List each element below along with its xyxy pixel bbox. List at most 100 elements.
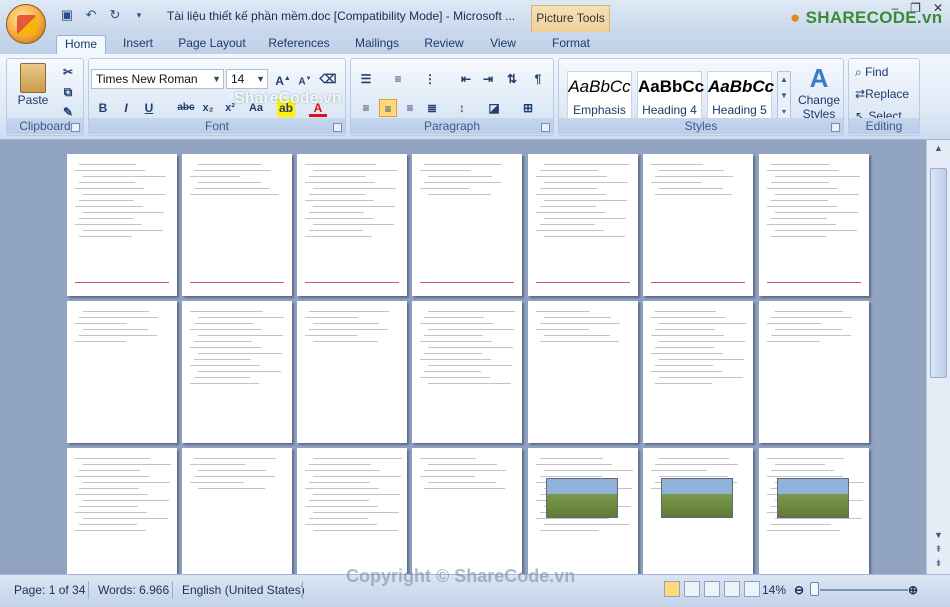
tab-page-layout[interactable]: Page Layout [176,35,248,54]
page-thumbnail[interactable] [643,448,753,578]
page-thumbnail[interactable] [643,301,753,443]
paragraph-launcher[interactable] [541,123,550,132]
page-thumbnail[interactable] [759,154,869,296]
minimize-button[interactable]: – [888,0,901,16]
page-thumbnail[interactable] [297,301,407,443]
page-count[interactable]: Page: 1 of 34 [14,583,85,597]
embedded-picture[interactable] [661,478,733,518]
multilevel-list-icon[interactable]: ⋮ [421,70,439,88]
sort-icon[interactable]: ⇅ [503,70,521,88]
page-thumbnail[interactable] [182,448,292,578]
underline-button[interactable]: U [140,99,158,117]
paste-button[interactable]: Paste [15,63,51,107]
page-thumbnail[interactable] [643,154,753,296]
vertical-scrollbar[interactable]: ▲ ▼ ⇞ ⇟ [926,140,950,574]
save-icon[interactable]: ▣ [58,6,76,24]
clear-formatting-icon[interactable]: ⌫ [319,70,337,88]
align-right-icon[interactable]: ≡ [401,99,419,117]
scroll-down-icon[interactable]: ▼ [930,530,947,544]
shrink-font-icon[interactable]: A▼ [296,70,314,88]
strikethrough-button[interactable]: abc [175,99,197,117]
embedded-picture[interactable] [777,478,849,518]
draft-icon[interactable] [744,581,760,597]
page-thumbnail[interactable] [297,154,407,296]
change-styles-button[interactable]: A Change Styles [795,63,843,121]
style-heading-4[interactable]: AaBbCc Heading 4 [637,71,704,121]
clipboard-launcher[interactable] [71,123,80,132]
zoom-in-icon[interactable]: ⊕ [908,583,918,597]
cut-icon[interactable]: ✂ [59,63,77,81]
tab-review[interactable]: Review [420,35,468,54]
bold-button[interactable]: B [94,99,112,117]
full-screen-reading-icon[interactable] [684,581,700,597]
style-emphasis[interactable]: AaBbCc Emphasis [567,71,632,121]
increase-indent-icon[interactable]: ⇥ [479,70,497,88]
text-line [313,188,396,189]
decrease-indent-icon[interactable]: ⇤ [457,70,475,88]
outline-icon[interactable] [724,581,740,597]
styles-launcher[interactable] [831,123,840,132]
tab-references[interactable]: References [264,35,334,54]
document-area[interactable] [0,140,926,578]
print-layout-icon[interactable] [664,581,680,597]
scroll-up-icon[interactable]: ▲ [930,143,947,157]
borders-icon[interactable]: ⊞ [519,99,537,117]
page-thumbnail[interactable] [528,448,638,578]
zoom-slider[interactable] [820,589,908,591]
word-count[interactable]: Words: 6.966 [98,583,169,597]
line-spacing-icon[interactable]: ↕ [453,99,471,117]
page-thumbnail[interactable] [67,448,177,578]
language-indicator[interactable]: English (United States) [182,583,305,597]
page-thumbnail[interactable] [67,301,177,443]
zoom-level[interactable]: 14% [762,583,786,597]
page-thumbnail[interactable] [528,301,638,443]
align-left-icon[interactable]: ≡ [357,99,375,117]
shading-icon[interactable]: ◪ [485,99,503,117]
page-thumbnail[interactable] [528,154,638,296]
font-size-combo[interactable]: 14 ▼ [226,69,268,89]
next-page-icon[interactable]: ⇟ [930,558,947,572]
grow-font-icon[interactable]: A▲ [274,70,292,88]
page-thumbnail[interactable] [182,301,292,443]
bullets-icon[interactable]: ☰ [357,70,375,88]
tab-view[interactable]: View [484,35,522,54]
page-thumbnail[interactable] [412,301,522,443]
embedded-picture[interactable] [546,478,618,518]
tab-format[interactable]: Format [546,35,596,54]
style-heading-5[interactable]: AaBbCc Heading 5 [707,71,774,121]
close-button[interactable]: ✕ [930,0,946,16]
justify-icon[interactable]: ≣ [423,99,441,117]
tab-insert[interactable]: Insert [116,35,160,54]
font-launcher[interactable] [333,123,342,132]
zoom-slider-knob[interactable] [810,582,819,596]
numbering-icon[interactable]: ≡ [389,70,407,88]
italic-button[interactable]: I [117,99,135,117]
web-layout-icon[interactable] [704,581,720,597]
align-center-icon[interactable]: ≡ [379,99,397,117]
page-thumbnail[interactable] [67,154,177,296]
page-thumbnail[interactable] [759,448,869,578]
tab-mailings[interactable]: Mailings [350,35,404,54]
show-marks-icon[interactable]: ¶ [529,70,547,88]
prev-page-icon[interactable]: ⇞ [930,544,947,558]
page-thumbnail[interactable] [297,448,407,578]
replace-button[interactable]: ⇄Replace [855,87,909,101]
office-button[interactable] [6,4,46,44]
page-thumbnail[interactable] [759,301,869,443]
font-family-combo[interactable]: Times New Roman ▼ [91,69,224,89]
page-thumbnail[interactable] [412,448,522,578]
page-thumbnail[interactable] [182,154,292,296]
redo-icon[interactable]: ↻ [106,6,124,24]
styles-scroll[interactable]: ▲ ▼ ▾ [777,71,791,121]
maximize-button[interactable]: ❐ [907,0,924,16]
copy-icon[interactable]: ⧉ [59,83,77,101]
undo-icon[interactable]: ↶ [82,6,100,24]
text-line [775,194,859,195]
scroll-thumb[interactable] [930,168,947,378]
customize-qat-icon[interactable]: ▾ [130,6,148,24]
page-thumbnail[interactable] [412,154,522,296]
subscript-button[interactable]: x₂ [199,99,217,117]
tab-home[interactable]: Home [56,35,106,54]
find-button[interactable]: ⌕ Find [855,65,888,80]
zoom-out-icon[interactable]: ⊖ [794,583,804,597]
